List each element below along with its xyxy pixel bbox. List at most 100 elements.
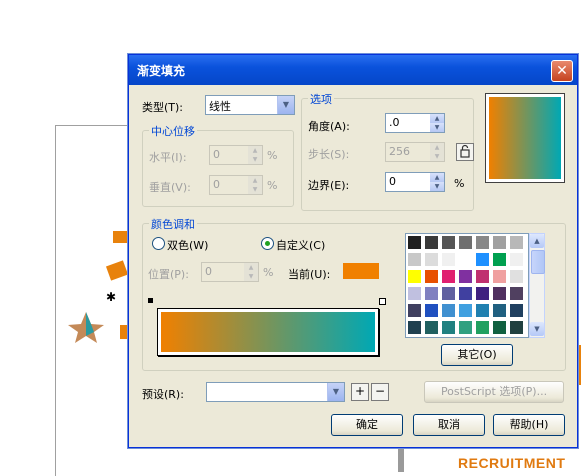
two-color-radio[interactable] bbox=[152, 237, 165, 250]
palette-swatch[interactable] bbox=[492, 303, 507, 318]
gradient-end-marker[interactable] bbox=[379, 298, 386, 305]
palette-swatch[interactable] bbox=[458, 286, 473, 301]
spin-down-icon[interactable]: ▼ bbox=[248, 155, 262, 164]
ok-button[interactable]: 确定 bbox=[331, 414, 403, 436]
palette-swatch[interactable] bbox=[458, 235, 473, 250]
title-bar[interactable]: 渐变填充 ✕ bbox=[129, 55, 577, 85]
palette-swatch[interactable] bbox=[509, 320, 524, 335]
palette-swatch[interactable] bbox=[492, 252, 507, 267]
palette-swatch[interactable] bbox=[424, 235, 439, 250]
center-offset-title: 中心位移 bbox=[149, 123, 197, 139]
palette-swatch[interactable] bbox=[441, 303, 456, 318]
palette-swatch[interactable] bbox=[492, 320, 507, 335]
palette-swatch[interactable] bbox=[475, 252, 490, 267]
remove-preset-icon[interactable]: − bbox=[371, 383, 389, 401]
spin-up-icon[interactable]: ▲ bbox=[430, 143, 444, 152]
palette-swatch[interactable] bbox=[441, 269, 456, 284]
spin-down-icon[interactable]: ▼ bbox=[430, 152, 444, 161]
position-value: 0 bbox=[205, 265, 212, 278]
palette-swatch[interactable] bbox=[509, 235, 524, 250]
gradient-bar[interactable] bbox=[161, 312, 375, 352]
palette-swatch[interactable] bbox=[492, 235, 507, 250]
palette-swatch[interactable] bbox=[441, 252, 456, 267]
spin-down-icon[interactable]: ▼ bbox=[430, 123, 444, 132]
close-button[interactable]: ✕ bbox=[551, 60, 573, 82]
palette-swatch[interactable] bbox=[441, 320, 456, 335]
vertical-label: 垂直(V): bbox=[149, 181, 191, 194]
palette-swatch[interactable] bbox=[458, 303, 473, 318]
help-button[interactable]: 帮助(H) bbox=[493, 414, 565, 436]
spin-down-icon[interactable]: ▼ bbox=[248, 185, 262, 194]
palette-swatch[interactable] bbox=[424, 269, 439, 284]
gradient-fill-dialog: 渐变填充 ✕ 类型(T): 线性 ▼ 中心位移 水平(I): 0 ▲ ▼ % 垂… bbox=[128, 54, 578, 448]
edge-spinner[interactable]: 0 ▲ ▼ bbox=[385, 172, 445, 192]
spin-up-icon[interactable]: ▲ bbox=[248, 146, 262, 155]
palette-swatch[interactable] bbox=[407, 286, 422, 301]
palette-swatch[interactable] bbox=[475, 269, 490, 284]
palette-swatch[interactable] bbox=[475, 235, 490, 250]
angle-spinner[interactable]: .0 ▲ ▼ bbox=[385, 113, 445, 133]
center-offset-group bbox=[142, 130, 294, 207]
background-shape bbox=[120, 325, 128, 339]
palette-swatch[interactable] bbox=[458, 320, 473, 335]
horizontal-value: 0 bbox=[213, 148, 220, 161]
add-preset-icon[interactable]: + bbox=[351, 383, 369, 401]
palette-swatch[interactable] bbox=[492, 269, 507, 284]
type-select[interactable]: 线性 ▼ bbox=[205, 95, 295, 115]
gradient-start-marker[interactable] bbox=[148, 298, 153, 303]
spin-up-icon[interactable]: ▲ bbox=[248, 176, 262, 185]
horizontal-label: 水平(I): bbox=[149, 151, 187, 164]
scroll-down-icon[interactable]: ▼ bbox=[530, 322, 544, 336]
steps-spinner[interactable]: 256 ▲ ▼ bbox=[385, 142, 445, 162]
color-blend-title: 颜色调和 bbox=[149, 216, 197, 232]
palette-swatch[interactable] bbox=[407, 269, 422, 284]
scroll-thumb[interactable] bbox=[531, 250, 545, 274]
palette-swatch[interactable] bbox=[475, 320, 490, 335]
palette-swatch[interactable] bbox=[509, 303, 524, 318]
palette-swatch[interactable] bbox=[458, 269, 473, 284]
postscript-options-button[interactable]: PostScript 选项(P)... bbox=[424, 381, 564, 403]
options-title: 选项 bbox=[308, 91, 334, 107]
gradient-bar-frame[interactable] bbox=[157, 308, 379, 356]
preset-select[interactable]: ▼ bbox=[206, 382, 345, 402]
position-spinner[interactable]: 0 ▲ ▼ bbox=[201, 262, 259, 282]
position-label: 位置(P): bbox=[148, 268, 189, 281]
close-icon: ✕ bbox=[556, 63, 568, 79]
palette-swatch[interactable] bbox=[424, 303, 439, 318]
palette-swatch[interactable] bbox=[424, 286, 439, 301]
palette-swatch[interactable] bbox=[509, 252, 524, 267]
color-palette[interactable] bbox=[405, 233, 529, 338]
palette-swatch[interactable] bbox=[441, 286, 456, 301]
palette-swatch[interactable] bbox=[509, 286, 524, 301]
palette-swatch[interactable] bbox=[475, 286, 490, 301]
palette-swatch[interactable] bbox=[407, 303, 422, 318]
spin-up-icon[interactable]: ▲ bbox=[430, 114, 444, 123]
custom-radio[interactable] bbox=[261, 237, 274, 250]
edge-unit: % bbox=[454, 177, 465, 190]
palette-swatch[interactable] bbox=[407, 320, 422, 335]
other-color-button[interactable]: 其它(O) bbox=[441, 344, 513, 366]
palette-swatch[interactable] bbox=[424, 252, 439, 267]
horizontal-spinner[interactable]: 0 ▲ ▼ bbox=[209, 145, 263, 165]
palette-swatch[interactable] bbox=[441, 235, 456, 250]
chevron-down-icon[interactable]: ▼ bbox=[277, 96, 294, 114]
palette-swatch[interactable] bbox=[509, 269, 524, 284]
steps-label: 步长(S): bbox=[308, 148, 350, 161]
spin-down-icon[interactable]: ▼ bbox=[244, 272, 258, 281]
palette-swatch[interactable] bbox=[475, 303, 490, 318]
palette-swatch[interactable] bbox=[407, 235, 422, 250]
palette-swatch[interactable] bbox=[424, 320, 439, 335]
scroll-up-icon[interactable]: ▲ bbox=[530, 234, 544, 248]
palette-scrollbar[interactable]: ▲ ▼ bbox=[529, 233, 545, 338]
palette-swatch[interactable] bbox=[458, 252, 473, 267]
palette-swatch[interactable] bbox=[407, 252, 422, 267]
palette-swatch[interactable] bbox=[492, 286, 507, 301]
chevron-down-icon[interactable]: ▼ bbox=[327, 383, 344, 401]
vertical-spinner[interactable]: 0 ▲ ▼ bbox=[209, 175, 263, 195]
spin-up-icon[interactable]: ▲ bbox=[430, 173, 444, 182]
spin-down-icon[interactable]: ▼ bbox=[430, 182, 444, 191]
cancel-button[interactable]: 取消 bbox=[413, 414, 485, 436]
current-color-swatch[interactable] bbox=[343, 263, 379, 279]
lock-icon[interactable] bbox=[456, 143, 474, 161]
spin-up-icon[interactable]: ▲ bbox=[244, 263, 258, 272]
